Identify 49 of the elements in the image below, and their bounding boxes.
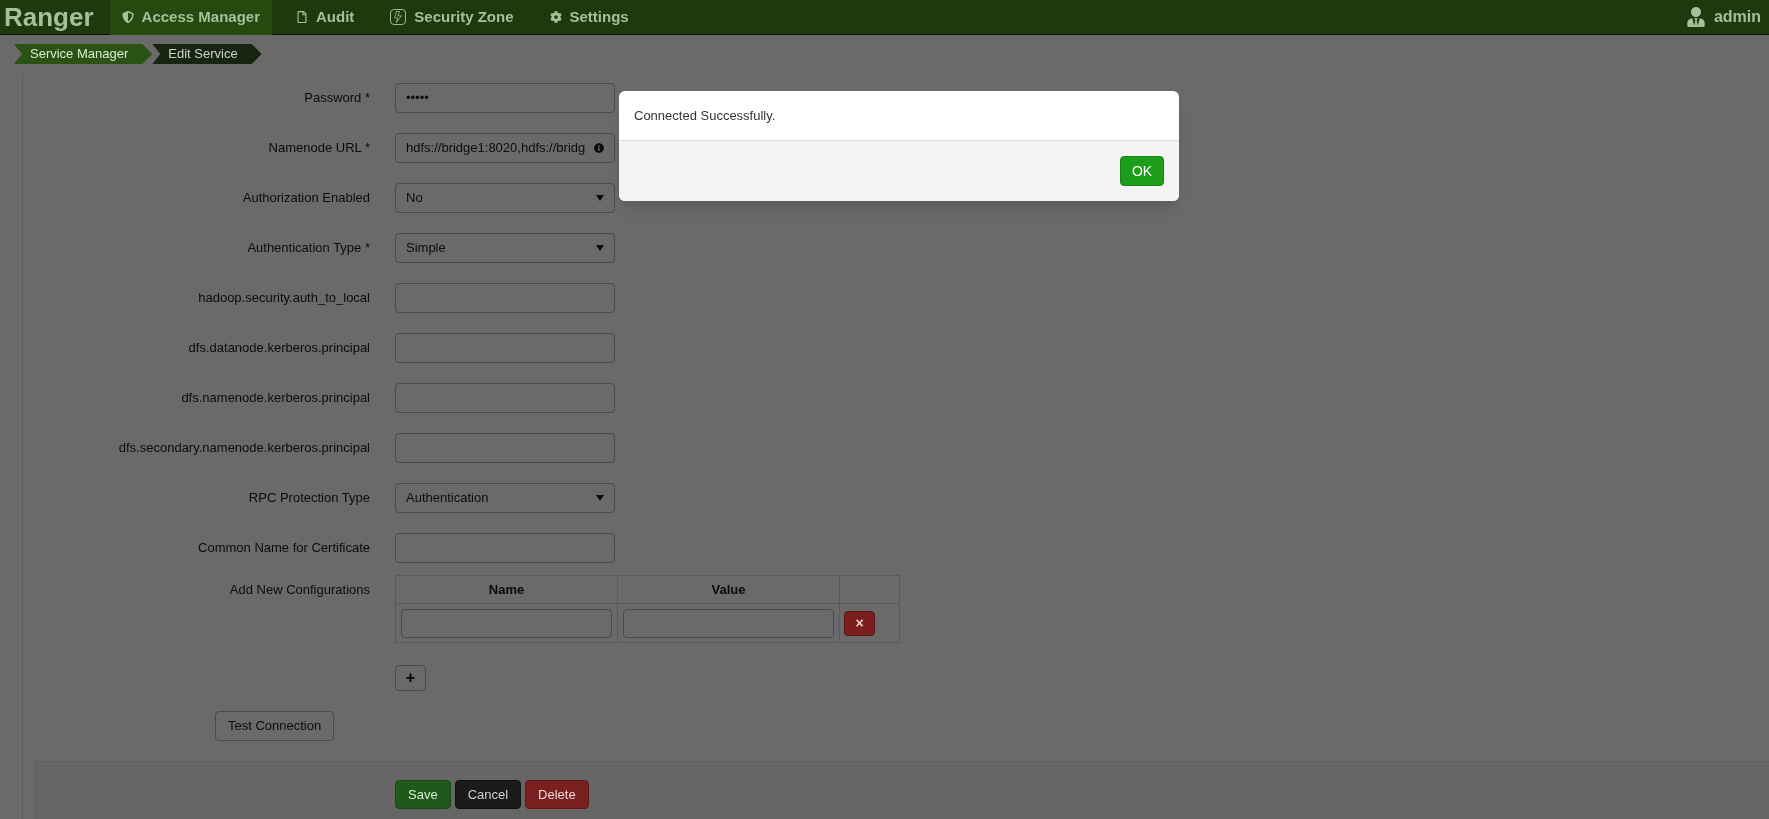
field-label: dfs.datanode.kerberos.principal xyxy=(187,339,370,358)
input-field[interactable] xyxy=(395,433,615,463)
brand-logo[interactable]: Ranger xyxy=(0,0,98,37)
input-field[interactable]: hdfs://bridge1:8020,hdfs://bridg xyxy=(395,133,615,163)
settings-icon xyxy=(549,11,562,23)
field-label: Namenode URL * xyxy=(267,139,370,158)
nav-tab[interactable]: Access Manager xyxy=(109,0,272,35)
input-field[interactable] xyxy=(395,333,615,363)
ok-button[interactable]: OK xyxy=(1120,156,1164,186)
name-input-field[interactable] xyxy=(401,608,612,638)
breadcrumb-item[interactable]: Service Manager xyxy=(14,44,153,64)
delete-button[interactable]: Delete xyxy=(525,780,589,809)
input-field[interactable] xyxy=(395,533,615,563)
field-label: Authentication Type * xyxy=(246,239,370,258)
field-label: dfs.namenode.kerberos.principal xyxy=(180,389,370,408)
input-field[interactable]: ••••• xyxy=(395,83,615,113)
nav-tab[interactable]: Audit xyxy=(284,0,367,35)
field-label: dfs.secondary.namenode.kerberos.principal xyxy=(117,439,370,458)
field-label: Authorization Enabled xyxy=(241,189,370,208)
file-icon xyxy=(296,11,308,23)
test-connection-button[interactable]: Test Connection xyxy=(215,711,335,741)
column-header: Name xyxy=(396,576,618,603)
dropdown-caret-icon xyxy=(596,495,604,501)
field-label: hadoop.security.auth_to_local xyxy=(197,289,370,308)
select-field[interactable]: No xyxy=(395,183,615,213)
lightning-icon xyxy=(390,9,407,25)
save-button[interactable]: Save xyxy=(395,780,451,809)
remove-row-button[interactable]: × xyxy=(844,610,875,636)
breadcrumb-item[interactable]: Edit Service xyxy=(152,44,262,64)
nav-tab[interactable]: Security Zone xyxy=(378,0,526,35)
field-label: Password * xyxy=(303,89,370,108)
user-menu[interactable]: admin xyxy=(1685,5,1769,29)
field-label: Common Name for Certificate xyxy=(197,539,370,558)
column-header: Value xyxy=(618,576,840,603)
user-icon xyxy=(1685,7,1706,27)
input-field[interactable] xyxy=(395,383,615,413)
dropdown-caret-icon xyxy=(596,245,604,251)
field-label: Add New Configurations xyxy=(228,581,370,599)
shield-icon xyxy=(121,11,134,23)
select-field[interactable]: Simple xyxy=(395,233,615,263)
select-field[interactable]: Authentication xyxy=(395,483,615,513)
input-field[interactable] xyxy=(395,283,615,313)
nav-tab[interactable]: Settings xyxy=(537,0,641,35)
add-row-button[interactable]: + xyxy=(395,665,426,691)
cancel-button[interactable]: Cancel xyxy=(454,780,522,809)
value-input-field[interactable] xyxy=(623,608,834,638)
dialog-message: Connected Successfully. xyxy=(634,106,776,125)
field-label: RPC Protection Type xyxy=(247,489,370,508)
dropdown-caret-icon xyxy=(596,195,604,201)
